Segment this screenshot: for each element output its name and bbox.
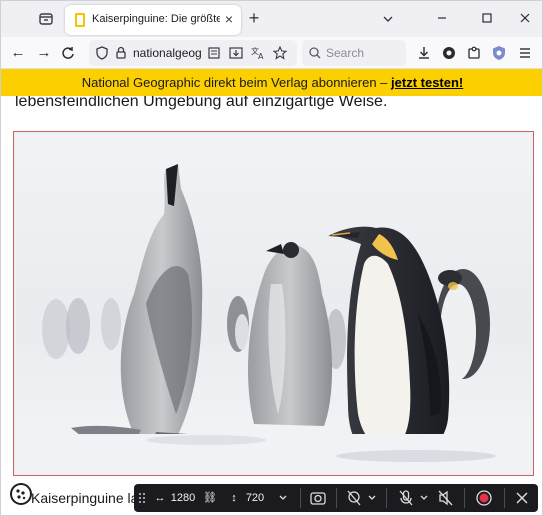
translate-icon[interactable]: 文A	[250, 45, 266, 61]
back-icon[interactable]: ←	[9, 44, 27, 62]
maximize-icon[interactable]	[478, 9, 496, 27]
banner-link[interactable]: jetzt testen!	[391, 75, 463, 90]
close-tab-icon[interactable]: ×	[222, 12, 236, 26]
save-to-device-icon[interactable]	[228, 45, 244, 61]
url-text: nationalgeog	[133, 46, 202, 60]
shield-icon[interactable]	[94, 45, 110, 61]
cookie-settings-icon[interactable]	[10, 483, 32, 505]
article-paragraph: lebensfeindlichen Umgebung auf einzigart…	[15, 96, 388, 110]
microphone-off-icon[interactable]	[396, 484, 416, 512]
lock-icon[interactable]	[113, 45, 129, 61]
account-icon[interactable]	[440, 44, 458, 62]
penguins-photo	[16, 134, 531, 473]
close-recorder-icon[interactable]	[512, 484, 532, 512]
height-value[interactable]: 720	[242, 484, 268, 512]
forward-icon[interactable]: →	[35, 44, 53, 62]
new-tab-icon[interactable]: +	[245, 9, 263, 27]
width-arrows-icon: ↔	[154, 492, 166, 504]
close-window-icon[interactable]	[516, 9, 534, 27]
screenshot-camera-icon[interactable]	[308, 484, 328, 512]
link-dimensions-icon[interactable]: ⛓	[202, 484, 218, 512]
hamburger-menu-icon[interactable]	[516, 44, 534, 62]
list-tabs-chevron-icon[interactable]	[379, 10, 397, 28]
article-content: lebensfeindlichen Umgebung auf einzigart…	[1, 96, 542, 515]
webcam-chevron-icon[interactable]	[366, 484, 378, 512]
microphone-chevron-icon[interactable]	[418, 484, 430, 512]
extensions-puzzle-icon[interactable]	[465, 44, 483, 62]
search-placeholder: Search	[326, 46, 365, 60]
speaker-off-icon[interactable]	[436, 484, 456, 512]
subscribe-banner: National Geographic direkt beim Verlag a…	[1, 69, 542, 96]
privacy-badger-icon[interactable]	[490, 44, 508, 62]
tab-strip: Kaiserpinguine: Die größten Dra × +	[1, 1, 542, 37]
downloads-icon[interactable]	[415, 44, 433, 62]
photo-caption: Kaiserpinguine la	[31, 490, 139, 506]
browser-window: Kaiserpinguine: Die größten Dra × + ← →	[0, 0, 543, 516]
url-bar[interactable]: nationalgeog 文A	[89, 40, 297, 66]
svg-text:A: A	[258, 52, 264, 61]
page-icon[interactable]	[206, 45, 222, 61]
tab-active[interactable]: Kaiserpinguine: Die größten Dra ×	[65, 5, 241, 35]
width-value[interactable]: 1280	[168, 484, 198, 512]
tab-overview-icon[interactable]	[37, 10, 55, 28]
webcam-off-icon[interactable]	[344, 484, 364, 512]
banner-text: National Geographic direkt beim Verlag a…	[81, 75, 392, 90]
article-photo[interactable]	[13, 131, 534, 476]
recorder-toolbar: ↔ 1280 ⛓ ↕ 720	[134, 484, 538, 512]
height-arrows-icon: ↕	[231, 492, 237, 504]
minimize-icon[interactable]	[433, 9, 451, 27]
resolution-chevron-icon[interactable]	[276, 484, 290, 512]
drag-handle-icon[interactable]	[136, 484, 148, 512]
natgeo-favicon-icon	[75, 13, 85, 27]
reload-icon[interactable]	[59, 44, 77, 62]
record-button[interactable]	[472, 484, 496, 512]
search-input[interactable]: Search	[302, 40, 406, 66]
navigation-toolbar: ← → nationalgeog 文A Search	[1, 37, 542, 69]
tab-title: Kaiserpinguine: Die größten Dra	[92, 13, 220, 25]
bookmark-star-icon[interactable]	[272, 45, 288, 61]
search-icon	[307, 45, 323, 61]
